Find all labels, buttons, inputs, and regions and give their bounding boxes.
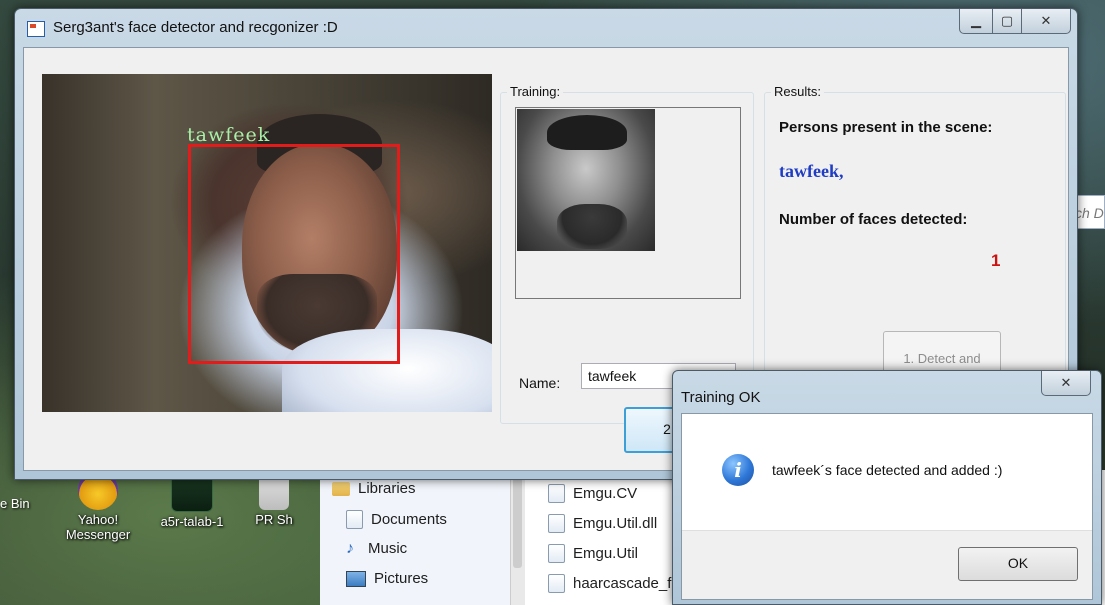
camera-feed: tawfeek — [42, 74, 492, 412]
app-window-icon[interactable] — [27, 21, 45, 37]
file-icon — [548, 574, 565, 593]
music-icon: ♪ — [346, 539, 354, 557]
nav-item-label: Pictures — [374, 570, 429, 587]
face-detection-label: tawfeek — [187, 124, 271, 146]
faces-detected-count: 1 — [991, 251, 1001, 270]
file-item-emgu-util[interactable]: Emgu.Util — [548, 544, 638, 563]
nav-item-pictures[interactable]: Pictures — [346, 570, 428, 587]
main-titlebar[interactable]: Serg3ant's face detector and recgonizer … — [15, 9, 1077, 47]
dialog-body: i tawfeek´s face detected and added :) O… — [681, 413, 1093, 600]
persons-present-value: tawfeek, — [779, 161, 844, 181]
persons-present-heading: Persons present in the scene: — [779, 119, 993, 136]
nav-item-documents[interactable]: Documents — [346, 510, 447, 529]
desktop-icon-label: PR Sh — [255, 512, 293, 527]
results-group-title: Results: — [771, 84, 824, 99]
desktop-icon-yahoo-messenger[interactable]: Yahoo! Messenger — [58, 470, 138, 542]
minimize-icon: ▁ — [971, 13, 981, 28]
nav-item-label: Libraries — [358, 480, 416, 497]
faces-detected-heading: Number of faces detected: — [779, 211, 968, 228]
file-item-label: Emgu.Util — [573, 545, 639, 562]
file-item-label: Emgu.CV — [573, 485, 638, 502]
maximize-button[interactable]: ▢ — [993, 9, 1022, 34]
information-icon: i — [722, 454, 754, 486]
minimize-button[interactable]: ▁ — [959, 9, 993, 34]
explorer-nav-pane: Libraries Documents ♪ Music Pictures — [320, 470, 511, 605]
file-item-haarcascade[interactable]: haarcascade_f — [548, 574, 671, 593]
training-face-picture — [515, 107, 741, 299]
desktop-icon-label: a5r-talab-1 — [160, 514, 224, 529]
file-icon — [548, 544, 565, 563]
file-item-emgu-cv[interactable]: Emgu.CV — [548, 484, 637, 503]
documents-icon — [346, 510, 363, 529]
nav-item-label: Documents — [371, 511, 447, 528]
libraries-icon — [332, 481, 350, 496]
maximize-icon: ▢ — [1000, 13, 1014, 28]
dll-file-icon — [548, 514, 565, 533]
training-ok-dialog: Training OK ✕ i tawfeek´s face detected … — [672, 370, 1102, 605]
nav-item-label: Music — [368, 540, 408, 557]
dialog-message: tawfeek´s face detected and added :) — [772, 462, 1003, 478]
ok-button[interactable]: OK — [958, 547, 1078, 581]
nav-scrollbar[interactable] — [510, 470, 525, 605]
dialog-close-button[interactable]: ✕ — [1041, 371, 1091, 396]
name-label: Name: — [519, 375, 561, 391]
window-title: Serg3ant's face detector and recgonizer … — [53, 19, 338, 36]
close-icon: ✕ — [1040, 13, 1052, 28]
dialog-title: Training OK — [681, 389, 761, 406]
file-item-label: Emgu.Util.dll — [573, 515, 658, 532]
file-item-emgu-util-dll[interactable]: Emgu.Util.dll — [548, 514, 657, 533]
file-item-label: haarcascade_f — [573, 575, 672, 592]
nav-item-music[interactable]: ♪ Music — [346, 540, 407, 557]
window-controls: ▁ ▢ ✕ — [959, 9, 1071, 34]
scrollbar-thumb[interactable] — [513, 478, 522, 568]
close-button[interactable]: ✕ — [1022, 9, 1071, 34]
nav-item-libraries[interactable]: Libraries — [332, 480, 416, 497]
dialog-footer: OK — [682, 530, 1092, 599]
face-detection-box — [188, 144, 400, 364]
desktop-recycle-bin-label: e Bin — [0, 496, 30, 511]
file-icon — [548, 484, 565, 503]
training-group-title: Training: — [507, 84, 564, 99]
desktop-icon-label: Yahoo! Messenger — [65, 512, 131, 542]
pictures-icon — [346, 570, 366, 587]
training-face-image — [517, 109, 655, 251]
close-icon: ✕ — [1060, 375, 1072, 390]
